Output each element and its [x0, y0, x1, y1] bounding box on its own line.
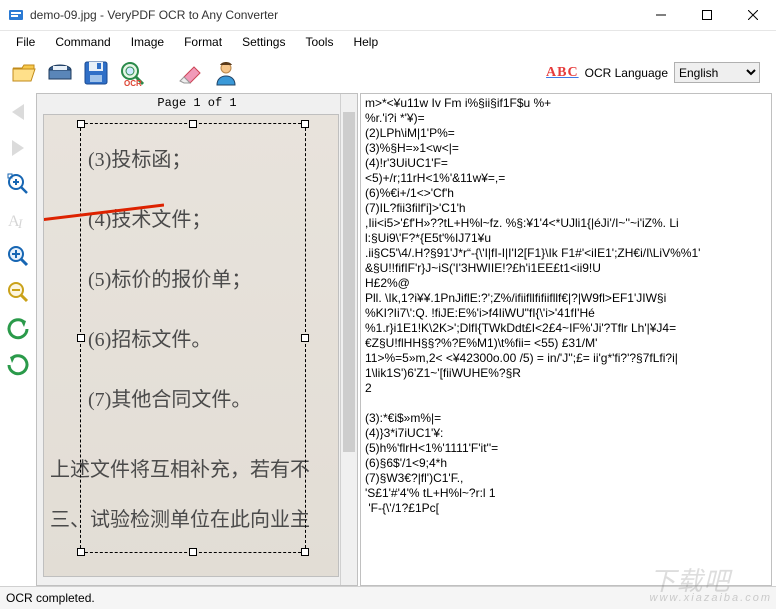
ocr-language-group: ABC OCR Language English	[546, 62, 760, 83]
maximize-button[interactable]	[684, 0, 730, 30]
page-indicator: Page 1 of 1	[37, 94, 357, 112]
status-bar: OCR completed.	[0, 586, 776, 609]
rotate-left-button[interactable]	[3, 313, 33, 343]
menu-format[interactable]: Format	[174, 33, 232, 51]
close-button[interactable]	[730, 0, 776, 30]
resize-handle[interactable]	[77, 120, 85, 128]
scan-button[interactable]	[44, 57, 76, 89]
user-button[interactable]	[210, 57, 242, 89]
resize-handle[interactable]	[189, 120, 197, 128]
document-image[interactable]: (3)投标函； (4)技术文件； (5)标价的报价单； (6)招标文件。 (7)…	[43, 114, 339, 577]
ocr-language-label: OCR Language	[585, 66, 668, 80]
resize-handle[interactable]	[301, 120, 309, 128]
abc-icon: ABC	[546, 65, 579, 81]
svg-text:OCR: OCR	[124, 79, 142, 87]
status-text: OCR completed.	[6, 591, 95, 605]
svg-text:I: I	[17, 216, 23, 231]
menu-tools[interactable]: Tools	[295, 33, 343, 51]
prev-page-button[interactable]	[3, 97, 33, 127]
main-toolbar: OCR ABC OCR Language English	[0, 53, 776, 93]
ocr-button[interactable]: OCR	[116, 57, 148, 89]
menu-help[interactable]: Help	[343, 33, 388, 51]
resize-handle[interactable]	[77, 548, 85, 556]
window-title: demo-09.jpg - VeryPDF OCR to Any Convert…	[30, 8, 638, 22]
minimize-button[interactable]	[638, 0, 684, 30]
ocr-text-output[interactable]	[361, 94, 771, 585]
fit-zoom-button[interactable]	[3, 169, 33, 199]
side-toolbar: AI	[0, 93, 36, 586]
open-button[interactable]	[8, 57, 40, 89]
menu-settings[interactable]: Settings	[232, 33, 295, 51]
menu-file[interactable]: File	[6, 33, 45, 51]
resize-handle[interactable]	[301, 334, 309, 342]
ocr-text-panel	[360, 93, 772, 586]
image-scrollbar[interactable]	[340, 94, 357, 585]
menu-image[interactable]: Image	[121, 33, 174, 51]
save-button[interactable]	[80, 57, 112, 89]
erase-button[interactable]	[174, 57, 206, 89]
image-panel: Page 1 of 1 (3)投标函； (4)技术文件； (5)标价的报价单； …	[36, 93, 358, 586]
ocr-language-select[interactable]: English	[674, 62, 760, 83]
rotate-right-button[interactable]	[3, 349, 33, 379]
selection-rectangle[interactable]	[80, 123, 306, 553]
menu-command[interactable]: Command	[45, 33, 120, 51]
menu-bar: File Command Image Format Settings Tools…	[0, 31, 776, 53]
app-icon	[8, 7, 24, 23]
zoom-in-button[interactable]	[3, 241, 33, 271]
resize-handle[interactable]	[77, 334, 85, 342]
resize-handle[interactable]	[301, 548, 309, 556]
resize-handle[interactable]	[189, 548, 197, 556]
zoom-out-button[interactable]	[3, 277, 33, 307]
text-mode-button[interactable]: AI	[3, 205, 33, 235]
next-page-button[interactable]	[3, 133, 33, 163]
